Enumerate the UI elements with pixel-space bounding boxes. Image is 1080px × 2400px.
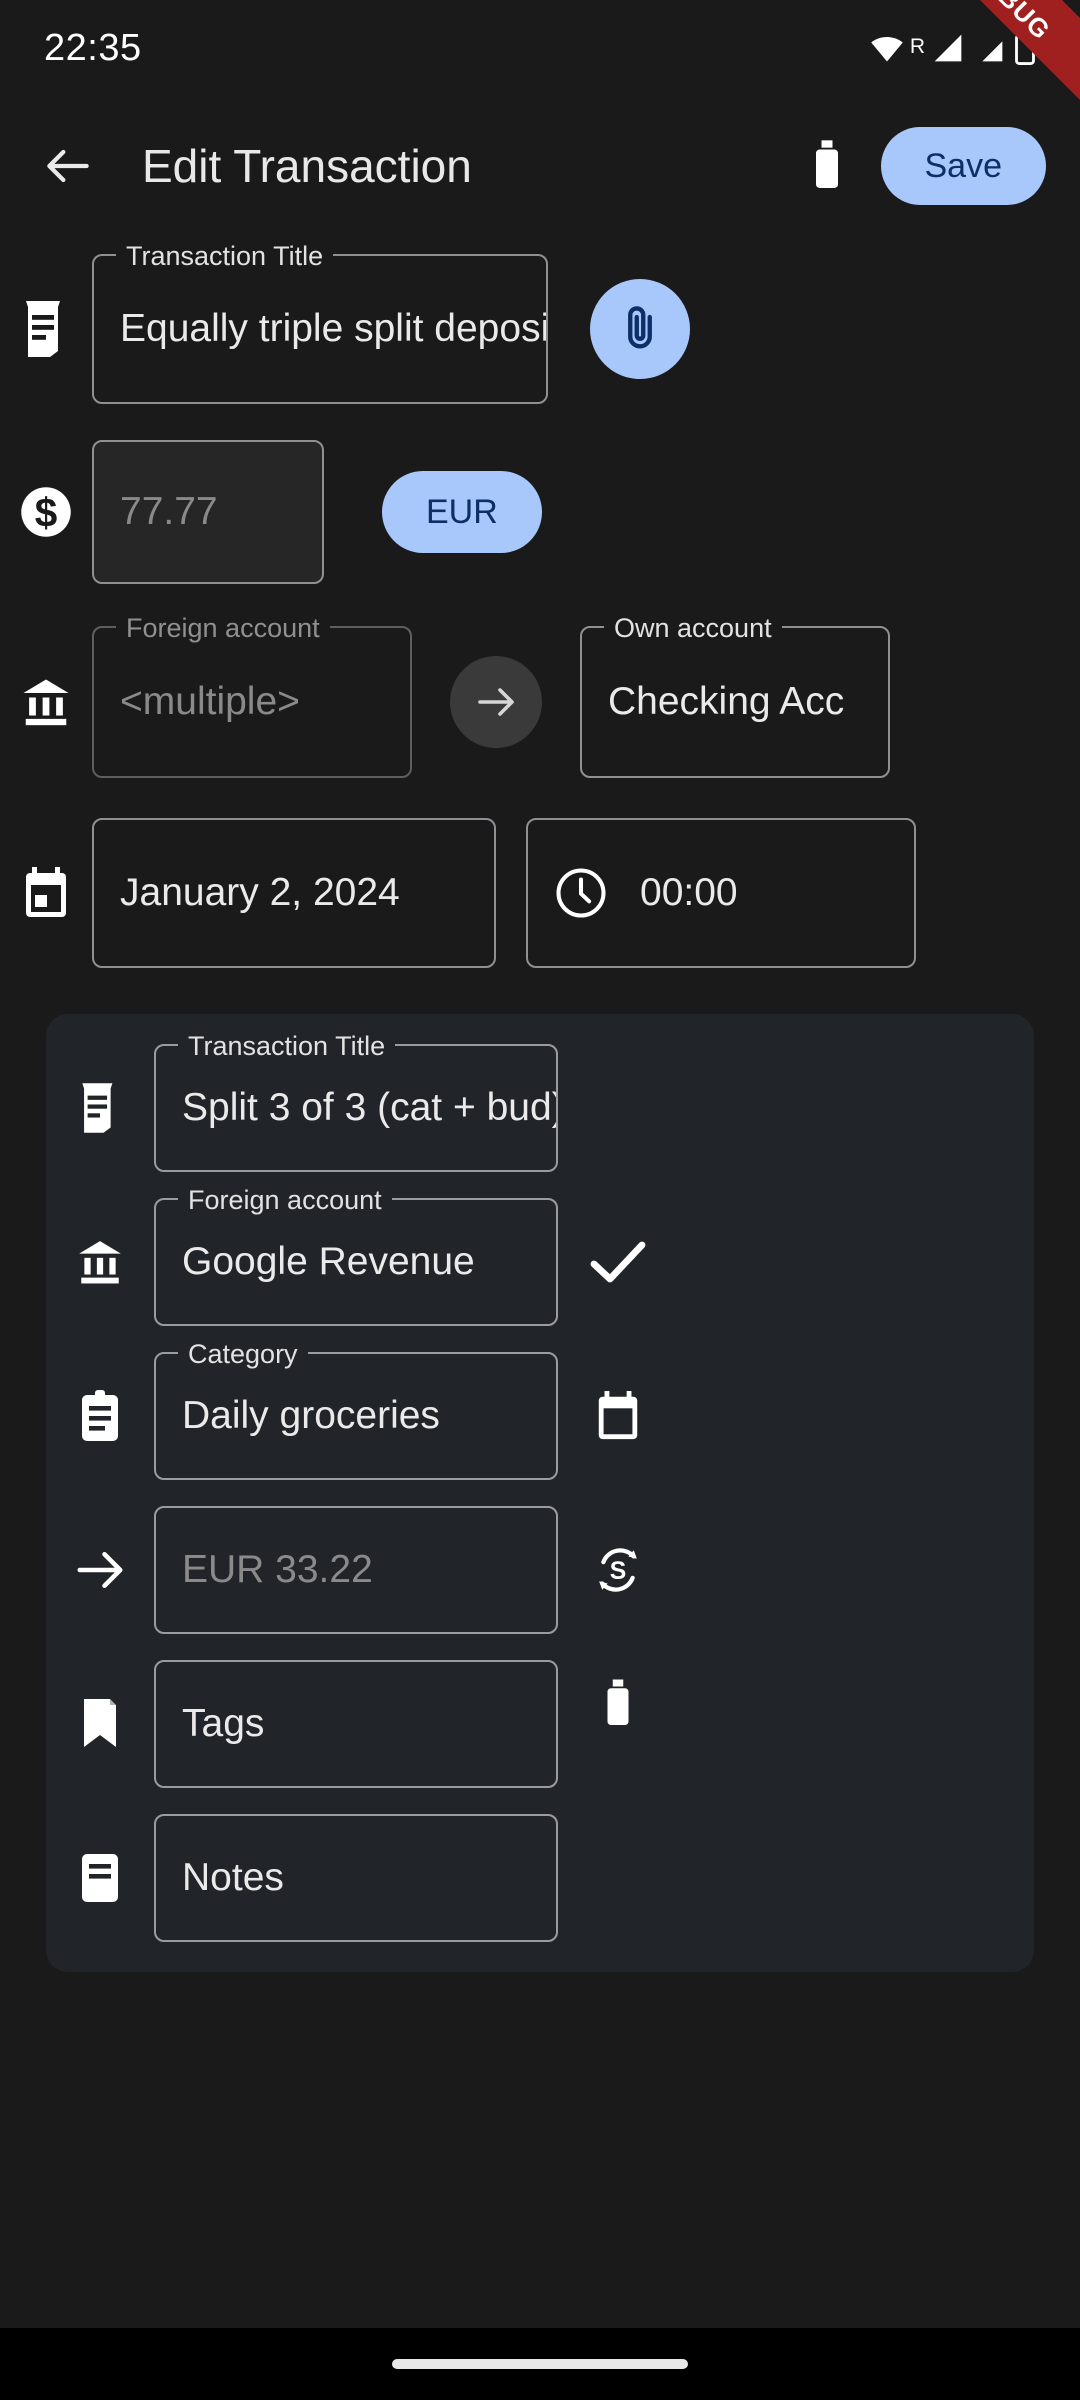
split-foreign-account-value: Google Revenue <box>182 1240 475 1283</box>
signal-icon <box>934 34 962 62</box>
accounts-row: Foreign account <multiple> Own account C… <box>0 613 1080 778</box>
swap-accounts-button[interactable] <box>450 656 542 748</box>
signal-icon <box>982 41 1003 62</box>
transaction-title-value: Equally triple split deposit <box>120 307 546 350</box>
foreign-account-value: <multiple> <box>120 680 300 723</box>
split-foreign-account-row: Foreign account Google Revenue <box>46 1185 1034 1326</box>
split-category-row: Category Daily groceries <box>46 1339 1034 1480</box>
back-arrow-icon[interactable] <box>40 138 96 194</box>
datetime-row: January 2, 2024 00:00 <box>0 818 1080 968</box>
foreign-account-label: Foreign account <box>116 613 330 644</box>
dollar-coin-icon: $ <box>0 485 92 539</box>
bank-icon <box>46 1237 154 1287</box>
split-title-label: Transaction Title <box>178 1031 396 1062</box>
status-clock: 22:35 <box>44 26 142 69</box>
split-notes-field[interactable]: Notes <box>154 1814 558 1942</box>
transaction-form: Transaction Title Equally triple split d… <box>0 236 1080 1972</box>
split-category-value: Daily groceries <box>182 1394 440 1437</box>
wifi-icon <box>871 37 903 62</box>
split-foreign-account-field[interactable]: Foreign account Google Revenue <box>154 1185 558 1326</box>
foreign-account-field[interactable]: Foreign account <multiple> <box>92 613 412 778</box>
arrow-right-icon <box>478 688 514 716</box>
split-amount-field[interactable]: EUR 33.22 <box>154 1506 558 1634</box>
split-tags-trailing[interactable] <box>558 1679 678 1769</box>
calendar-icon <box>598 1391 638 1440</box>
status-icons: R <box>869 30 1036 66</box>
split-foreign-account-trailing[interactable] <box>558 1239 678 1285</box>
receipt-icon <box>46 1081 154 1135</box>
bank-icon <box>0 675 92 729</box>
svg-text:$: $ <box>35 490 58 536</box>
page-title: Edit Transaction <box>142 140 472 192</box>
trash-icon <box>607 1679 629 1725</box>
status-bar: 22:35 R DEBUG <box>0 0 1080 122</box>
own-account-value: Checking Acc <box>608 680 845 723</box>
split-title-row: Transaction Title Split 3 of 3 (cat + bu… <box>46 1031 1034 1172</box>
split-notes-row: Notes <box>46 1814 1034 1942</box>
split-amount-row: EUR 33.22 S <box>46 1506 1034 1634</box>
check-icon <box>590 1241 646 1283</box>
split-foreign-account-label: Foreign account <box>178 1185 392 1216</box>
clock-icon <box>556 868 606 918</box>
own-account-field[interactable]: Own account Checking Acc <box>580 613 890 778</box>
bookmark-icon <box>46 1697 154 1751</box>
trash-icon[interactable] <box>805 140 849 192</box>
app-bar: Edit Transaction Save <box>0 96 1080 236</box>
date-field[interactable]: January 2, 2024 <box>92 818 496 968</box>
split-title-field[interactable]: Transaction Title Split 3 of 3 (cat + bu… <box>154 1031 558 1172</box>
transaction-title-label: Transaction Title <box>116 241 334 272</box>
time-field[interactable]: 00:00 <box>526 818 916 968</box>
split-tags-field[interactable]: Tags <box>154 1660 558 1788</box>
split-tags-value: Tags <box>182 1702 265 1745</box>
title-row: Transaction Title Equally triple split d… <box>0 241 1080 404</box>
note-icon <box>46 1852 154 1904</box>
own-account-label: Own account <box>604 613 782 644</box>
split-amount-value: EUR 33.22 <box>182 1548 373 1591</box>
split-category-label: Category <box>178 1339 308 1370</box>
split-title-value: Split 3 of 3 (cat + bud) <box>182 1086 556 1129</box>
split-amount-trailing[interactable]: S <box>558 1543 678 1597</box>
navigation-bar <box>0 2328 1080 2400</box>
split-notes-value: Notes <box>182 1856 284 1899</box>
paperclip-icon <box>628 306 652 349</box>
currency-convert-icon: S <box>599 1548 637 1592</box>
clipboard-icon <box>46 1390 154 1442</box>
amount-placeholder: 77.77 <box>120 490 218 533</box>
svg-text:S: S <box>610 1558 627 1585</box>
receipt-icon <box>0 299 92 359</box>
time-value: 00:00 <box>640 871 738 914</box>
arrow-right-icon <box>46 1543 154 1597</box>
split-category-trailing[interactable] <box>558 1391 678 1441</box>
attachment-button[interactable] <box>590 279 690 379</box>
date-value: January 2, 2024 <box>120 871 400 914</box>
currency-button[interactable]: EUR <box>382 471 542 553</box>
app-bar-actions: Save <box>805 127 1046 205</box>
split-card: Transaction Title Split 3 of 3 (cat + bu… <box>46 1014 1034 1972</box>
amount-input[interactable]: 77.77 <box>92 440 324 584</box>
split-tags-row: Tags <box>46 1660 1034 1788</box>
transaction-title-field[interactable]: Transaction Title Equally triple split d… <box>92 241 548 404</box>
save-button[interactable]: Save <box>880 127 1046 205</box>
calendar-icon <box>0 867 92 919</box>
roaming-icon: R <box>909 35 925 58</box>
phone-screen: 22:35 R DEBUG Edit Transaction <box>0 0 1080 2400</box>
split-category-field[interactable]: Category Daily groceries <box>154 1339 558 1480</box>
home-indicator[interactable] <box>392 2359 688 2369</box>
amount-row: $ 77.77 EUR <box>0 440 1080 584</box>
